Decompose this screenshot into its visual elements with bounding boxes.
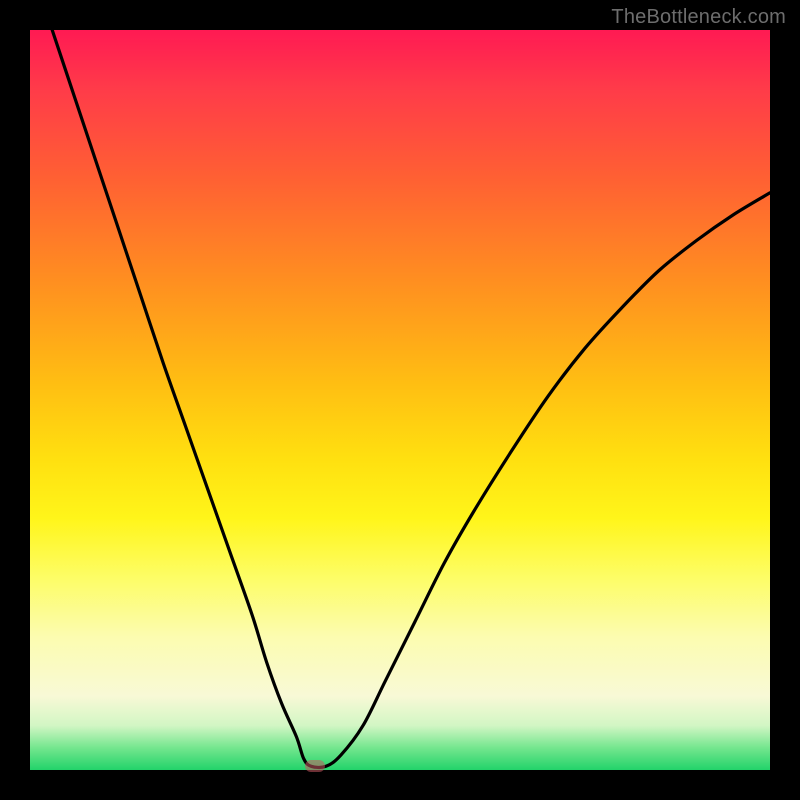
curve-path: [52, 30, 770, 767]
plot-area: [30, 30, 770, 770]
watermark-text: TheBottleneck.com: [611, 6, 786, 29]
bottleneck-curve: [30, 30, 770, 770]
min-marker: [305, 760, 325, 772]
chart-frame: TheBottleneck.com: [0, 0, 800, 800]
